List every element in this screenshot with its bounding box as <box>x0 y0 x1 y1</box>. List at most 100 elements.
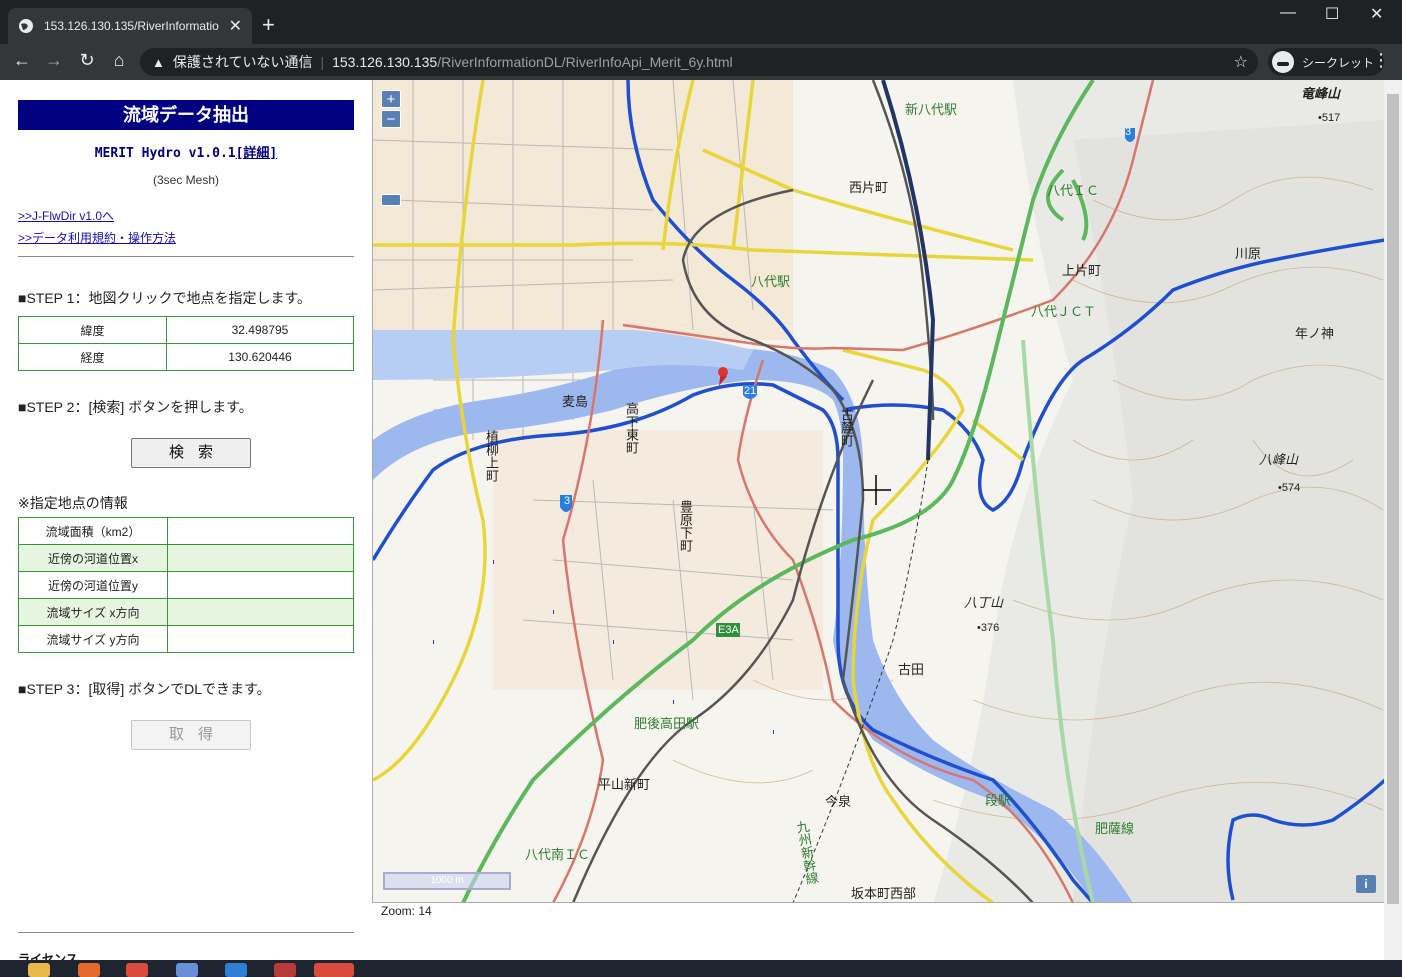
map-label: 竜峰山 <box>1301 86 1341 101</box>
browser-tab[interactable]: 153.126.130.135/RiverInformatio ✕ <box>8 8 252 44</box>
scrollbar-thumb[interactable] <box>1387 94 1399 904</box>
map-label: 麦島 <box>562 394 589 409</box>
map-label: 豊原下町 <box>678 500 693 552</box>
security-label: 保護されていない通信 <box>172 54 313 70</box>
info-value <box>167 571 354 599</box>
lat-label: 緯度 <box>18 316 167 344</box>
map-label: 上片町 <box>1062 263 1102 278</box>
map-label: 坂本町西部 <box>851 886 917 901</box>
app-icon[interactable] <box>176 963 198 977</box>
map-label: 八代駅 <box>751 274 791 289</box>
map-label: 植柳上町 <box>484 430 499 482</box>
chrome-active-icon[interactable] <box>314 963 354 977</box>
chrome-icon[interactable] <box>126 963 148 977</box>
reload-icon[interactable]: ↻ <box>75 50 99 71</box>
map-label: •574 <box>1278 482 1301 494</box>
zoom-readout: Zoom: 14 <box>381 904 432 918</box>
jflowdir-link[interactable]: >>J-FlwDir v1.0へ <box>18 207 114 224</box>
map-label: 今泉 <box>825 794 852 809</box>
vscode-icon[interactable] <box>225 963 247 977</box>
page-title: 流域データ抽出 <box>18 100 354 130</box>
os-taskbar <box>0 960 1402 977</box>
bookmark-star-icon[interactable]: ☆ <box>1234 52 1248 72</box>
map-label: 八代ＩＣ <box>1047 183 1100 198</box>
map-canvas[interactable] <box>373 80 1384 903</box>
map-view[interactable]: + − 新八代駅 竜峰山 •517 西片町 八代ＩＣ 川原 上片町 八代駅 八代… <box>372 80 1384 903</box>
step2-text: ■STEP 2：[検索] ボタンを押します。 <box>18 399 253 415</box>
lat-value: 32.498795 <box>166 316 354 344</box>
map-label: 肥後高田駅 <box>634 716 700 731</box>
firefox-icon[interactable] <box>78 963 100 977</box>
window-close-icon[interactable]: ✕ <box>1370 4 1383 24</box>
url-host: 153.126.130.135 <box>332 54 438 70</box>
map-info-button[interactable]: i <box>1356 875 1376 893</box>
new-tab-button[interactable]: + <box>262 12 275 38</box>
info-value <box>167 517 354 545</box>
info-label: 流域面積（km2） <box>18 517 168 545</box>
map-label: 段駅 <box>985 793 1012 808</box>
maximize-icon[interactable]: ☐ <box>1325 4 1339 24</box>
browser-toolbar: ← → ↻ ⌂ ▲ 保護されていない通信 | 153.126.130.135 /… <box>0 44 1402 80</box>
route-shield-label: E3A <box>718 624 739 636</box>
map-label: 平山新町 <box>598 777 651 792</box>
map-label: 肥薩線 <box>1095 821 1135 836</box>
forward-arrow-icon[interactable]: → <box>42 50 66 71</box>
incognito-badge[interactable]: シークレット <box>1268 48 1385 76</box>
tab-close-icon[interactable]: ✕ <box>229 16 242 36</box>
page-scrollbar[interactable] <box>1384 80 1402 960</box>
detail-link[interactable]: [詳細] <box>236 146 278 161</box>
info-value <box>167 544 354 572</box>
basin-info-table: 流域面積（km2） 近傍の河道位置x 近傍の河道位置y 流域サイズ x方向 流域… <box>18 517 354 653</box>
map-scale-bar: 1000 m <box>383 872 511 890</box>
step1-text: ■STEP 1：地図クリックで地点を指定します。 <box>18 290 312 306</box>
zoom-slider-handle[interactable] <box>381 194 401 206</box>
tab-title: 153.126.130.135/RiverInformatio <box>44 19 219 33</box>
control-panel: 流域データ抽出 MERIT Hydro v1.0.1[詳細] (3sec Mes… <box>0 80 372 960</box>
zoom-in-button[interactable]: + <box>381 90 401 108</box>
map-label: 八峰山 <box>1259 452 1299 467</box>
route-shield-label: 3 <box>564 495 571 507</box>
info-label: 流域サイズ x方向 <box>18 598 168 626</box>
back-arrow-icon[interactable]: ← <box>10 50 34 71</box>
merit-label: MERIT Hydro v1.0.1 <box>94 146 236 161</box>
map-label: 新八代駅 <box>905 102 958 117</box>
map-label: •376 <box>977 622 1000 634</box>
info-heading: ※指定地点の情報 <box>18 495 128 511</box>
app-icon[interactable] <box>274 963 296 977</box>
browser-titlebar: 153.126.130.135/RiverInformatio ✕ + — ☐ … <box>0 0 1402 44</box>
get-button[interactable]: 取得 <box>131 720 251 750</box>
url-path: /RiverInformationDL/RiverInfoApi_Merit_6… <box>437 54 733 70</box>
map-label: 八丁山 <box>964 595 1004 610</box>
map-label: 川原 <box>1235 246 1262 261</box>
route-shield-label: 3 <box>1125 126 1132 138</box>
home-icon[interactable]: ⌂ <box>107 50 131 71</box>
browser-menu-icon[interactable]: ⋮ <box>1372 50 1390 71</box>
zoom-out-button[interactable]: − <box>381 110 401 128</box>
map-label: 八代ＪＣＴ <box>1031 304 1097 319</box>
divider <box>18 932 354 933</box>
info-value <box>167 625 354 653</box>
info-label: 近傍の河道位置y <box>18 571 168 599</box>
map-label: 八代南ＩＣ <box>525 847 591 862</box>
globe-icon <box>19 19 33 33</box>
step3-text: ■STEP 3：[取得] ボタンでDLできます。 <box>18 681 271 697</box>
search-button[interactable]: 検索 <box>131 438 251 468</box>
info-label: 近傍の河道位置x <box>18 544 168 572</box>
minimize-icon[interactable]: — <box>1280 4 1296 22</box>
map-label: 西片町 <box>849 180 889 195</box>
lon-value: 130.620446 <box>166 343 354 371</box>
divider <box>18 256 354 257</box>
map-label: 古麓町 <box>839 408 854 447</box>
address-bar[interactable]: ▲ 保護されていない通信 | 153.126.130.135 /RiverInf… <box>140 48 1258 76</box>
merit-heading: MERIT Hydro v1.0.1[詳細] <box>18 142 354 161</box>
incognito-label: シークレット <box>1302 55 1375 70</box>
divider: | <box>320 54 325 70</box>
incognito-icon <box>1272 51 1294 73</box>
lon-label: 経度 <box>18 343 167 371</box>
map-label: 古田 <box>898 662 925 677</box>
route-shield-label: 219 <box>744 385 763 397</box>
info-label: 流域サイズ y方向 <box>18 625 168 653</box>
terms-link[interactable]: >>データ利用規約・操作方法 <box>18 229 176 246</box>
map-label: 年ノ神 <box>1295 326 1335 341</box>
folder-icon[interactable] <box>28 963 50 977</box>
